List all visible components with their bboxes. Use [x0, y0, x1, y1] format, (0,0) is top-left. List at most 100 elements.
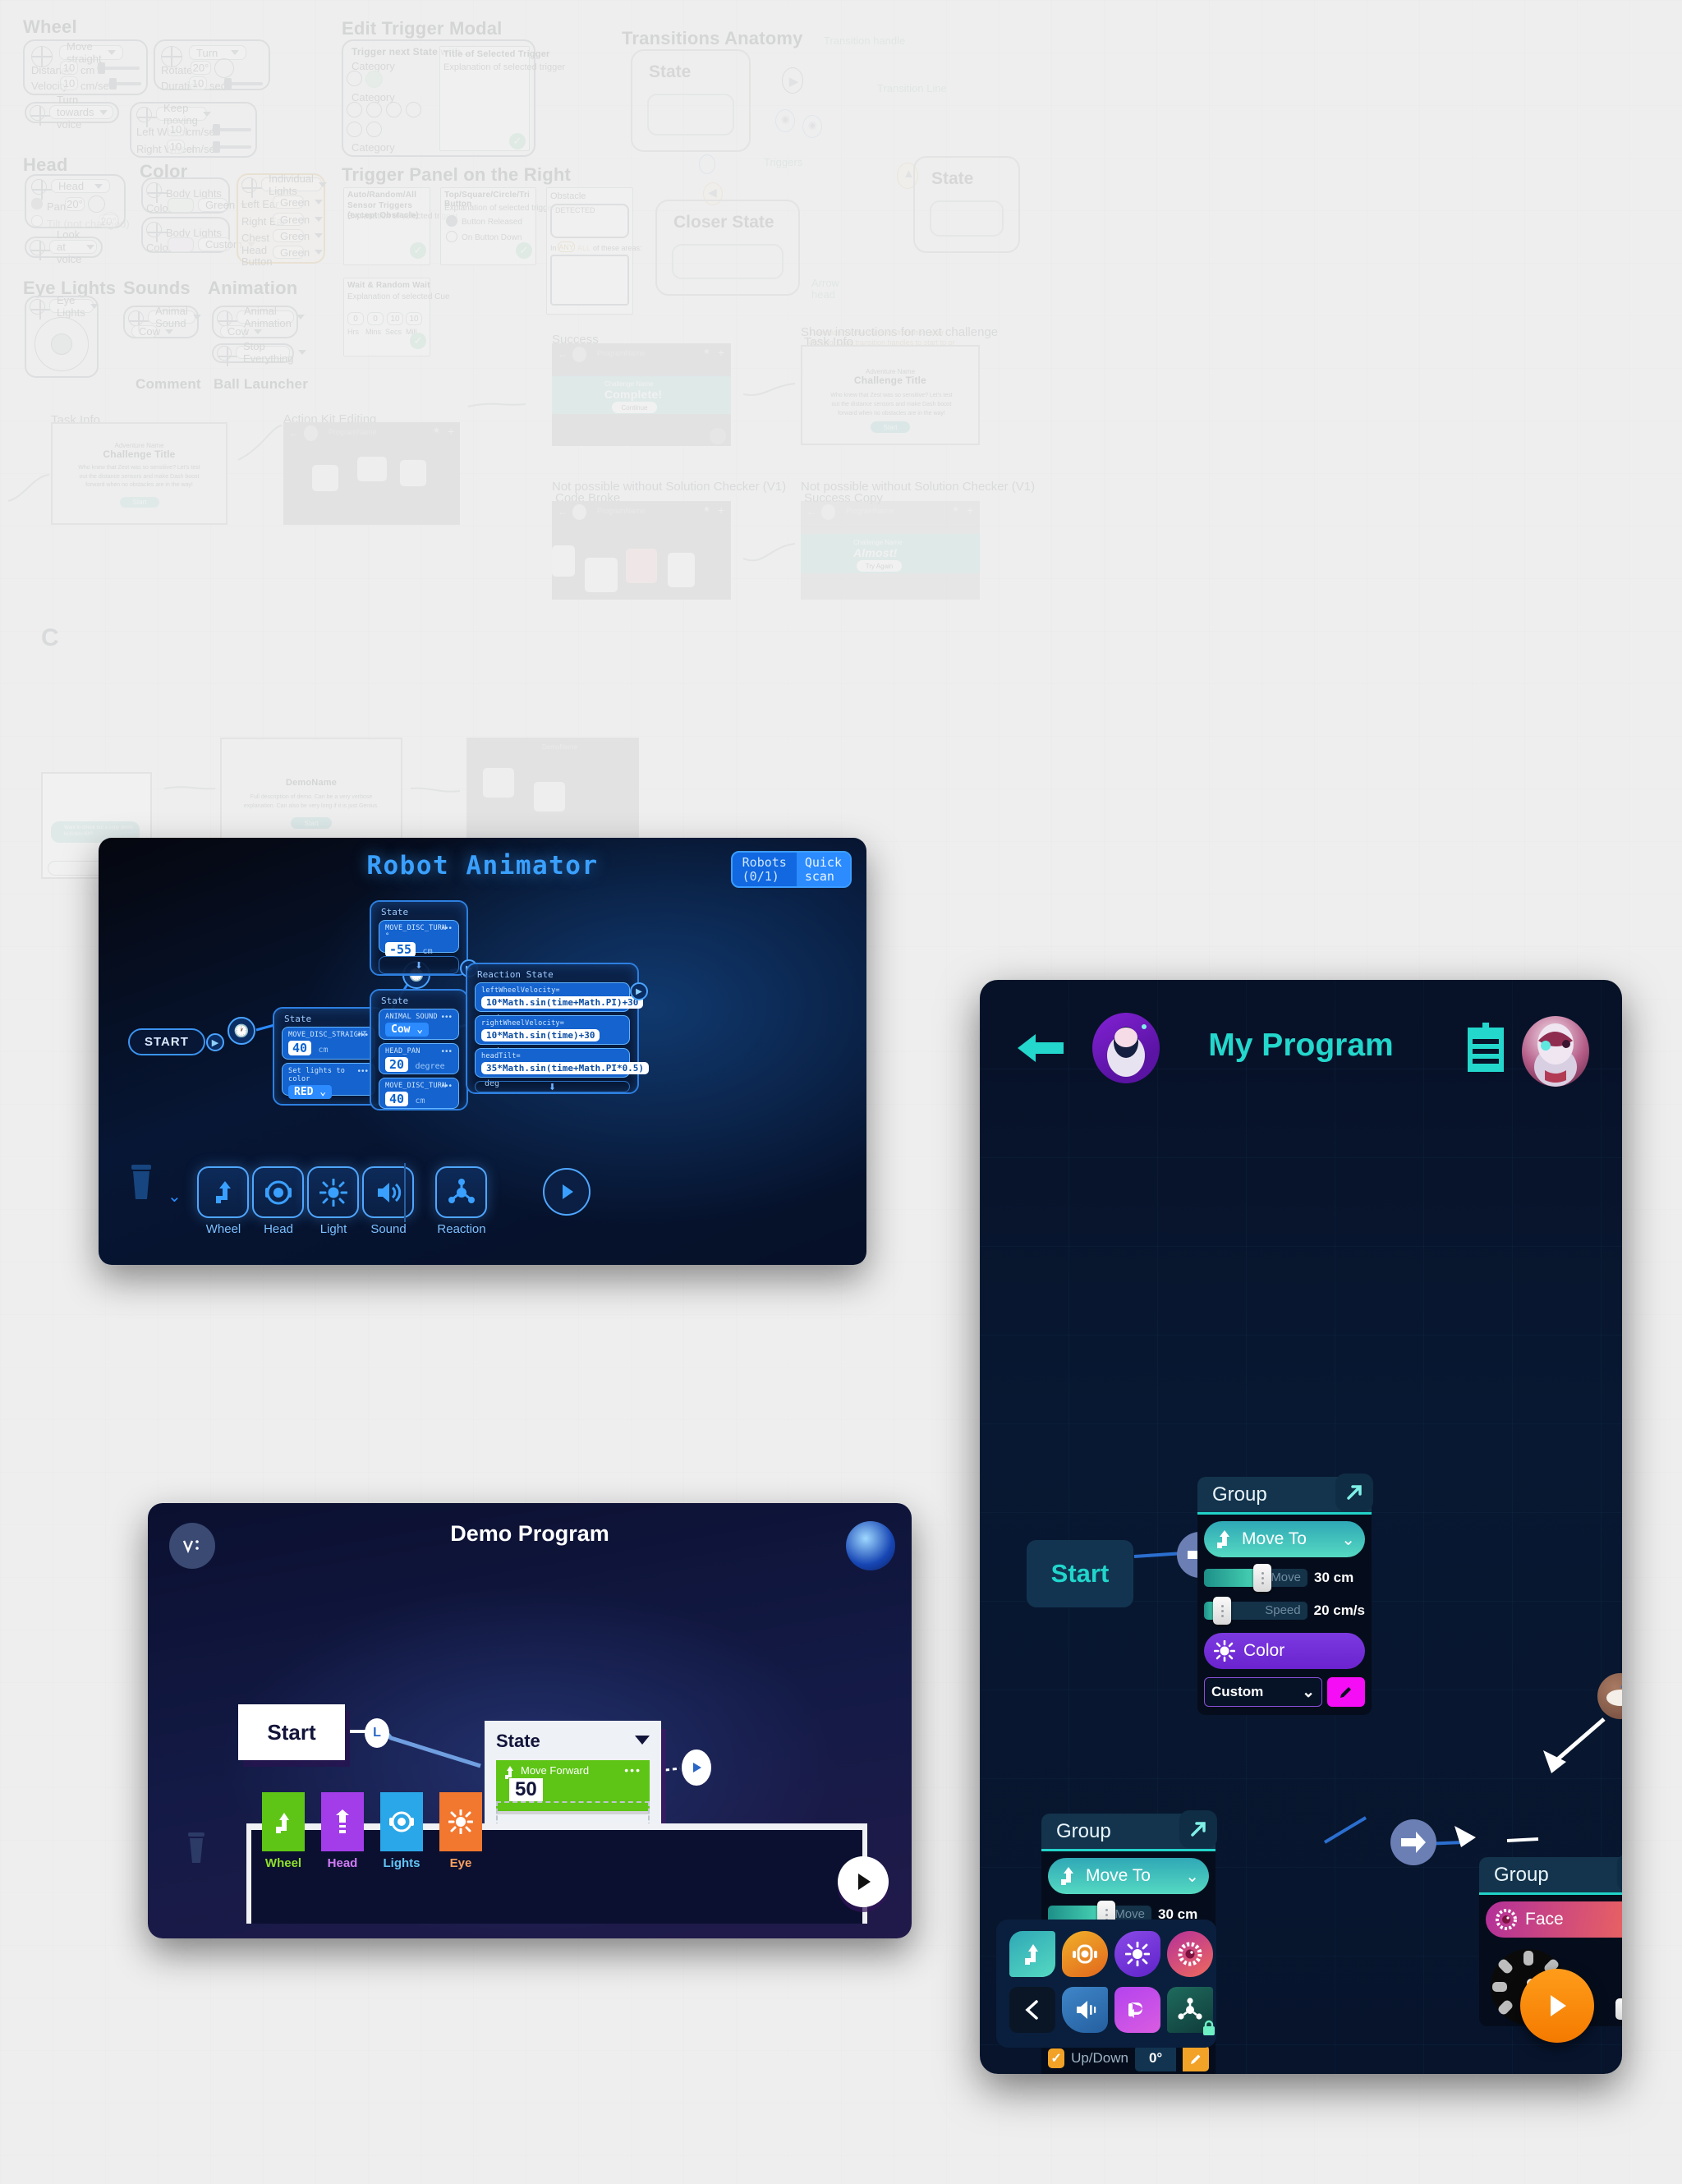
- color-select-row[interactable]: Custom ⌄: [1204, 1677, 1365, 1707]
- avatar-left[interactable]: [169, 1523, 215, 1569]
- dropdown-animal-animation[interactable]: Animal Animation: [237, 305, 305, 329]
- trash-icon[interactable]: [182, 1828, 210, 1866]
- tool-light-icon[interactable]: [307, 1166, 359, 1218]
- stamp-node[interactable]: [1597, 1673, 1622, 1719]
- code-block[interactable]: [483, 768, 514, 798]
- code-block[interactable]: [357, 457, 387, 481]
- animator-reaction-state[interactable]: Reaction State leftWheelVelocity= 10*Mat…: [466, 963, 650, 1094]
- dropdown-chest[interactable]: Green: [273, 229, 324, 242]
- demo-start-node[interactable]: Start: [238, 1704, 345, 1760]
- star-icon[interactable]: ★: [703, 505, 710, 514]
- program-start-node[interactable]: Start: [1027, 1540, 1133, 1607]
- slider-right-wheel-knob[interactable]: [213, 141, 220, 153]
- animator-block[interactable]: ANIMAL SOUND ••• Cow ⌄: [379, 1009, 459, 1040]
- avatar-right[interactable]: [846, 1521, 895, 1570]
- input-pan[interactable]: 20°: [65, 197, 85, 211]
- group-expand-arrow-icon[interactable]: [1179, 1810, 1217, 1848]
- transition-handle[interactable]: [682, 1749, 711, 1786]
- palette-light-icon[interactable]: [1114, 1931, 1160, 1977]
- continue-button[interactable]: Continue: [612, 402, 657, 413]
- group-expand-arrow-icon[interactable]: [1617, 1854, 1622, 1892]
- trigger-option[interactable]: [347, 102, 362, 117]
- slider-velocity-knob[interactable]: [109, 78, 117, 90]
- chevron-down-icon[interactable]: ⌄: [168, 1186, 182, 1207]
- program-group-1[interactable]: Group Move To ⌄ Move 30 cm Speed 20 cm/s…: [1197, 1474, 1373, 1715]
- block-value[interactable]: -55: [385, 942, 416, 957]
- dropdown-look-at-voice[interactable]: Look at voice: [49, 228, 97, 265]
- palette-move-icon[interactable]: [1009, 1931, 1055, 1977]
- input-left-wheel[interactable]: 10: [167, 122, 185, 136]
- slider-knob[interactable]: [1253, 1564, 1272, 1592]
- add-icon[interactable]: +: [967, 503, 973, 517]
- animator-block[interactable]: Set lights to color ••• RED ⌄: [282, 1063, 375, 1099]
- input-velocity[interactable]: 10: [60, 76, 78, 90]
- dropdown-animal-sound[interactable]: Animal Sound: [148, 305, 201, 329]
- action-color[interactable]: Color: [1204, 1633, 1365, 1669]
- checkbox-updown[interactable]: ✓: [1048, 2048, 1065, 2068]
- demo-state-node[interactable]: State Move Forward ••• 50: [485, 1721, 661, 1836]
- transition-handle[interactable]: ▶: [630, 982, 648, 1000]
- input-rotate[interactable]: 20°: [191, 61, 211, 75]
- block-code[interactable]: 10*Math.sin(time)+30: [481, 1029, 600, 1041]
- chevron-down-icon[interactable]: [635, 1736, 650, 1745]
- confirm-check-icon[interactable]: ✓: [410, 242, 426, 259]
- toggle-any[interactable]: ANY: [558, 241, 575, 252]
- code-block[interactable]: [668, 553, 695, 587]
- dropdown-left-ear[interactable]: Green: [273, 195, 324, 209]
- avatar[interactable]: [572, 347, 586, 362]
- confirm-check-icon[interactable]: ✓: [410, 333, 426, 349]
- code-block[interactable]: [552, 545, 575, 577]
- document-icon[interactable]: [1464, 1023, 1507, 1074]
- back-icon[interactable]: ←: [289, 427, 299, 439]
- code-block[interactable]: [400, 460, 426, 486]
- input-distance[interactable]: 10: [60, 61, 78, 75]
- dropdown-custom-color[interactable]: Custom: [198, 237, 255, 251]
- block-value[interactable]: 50: [509, 1778, 543, 1801]
- color-swatch[interactable]: [168, 237, 194, 252]
- demo-tool-wheel-icon[interactable]: [262, 1792, 305, 1851]
- slider-speed[interactable]: Speed 20 cm/s: [1204, 1597, 1365, 1625]
- animator-block[interactable]: MOVE_DISC_TURN ••• 40 cm: [379, 1078, 459, 1109]
- confirm-check-icon[interactable]: ✓: [516, 242, 532, 259]
- demo-play-button[interactable]: [838, 1856, 889, 1907]
- block-menu-icon[interactable]: •••: [441, 1082, 453, 1091]
- tool-reaction-icon[interactable]: [435, 1166, 487, 1218]
- demo-tool-lights-icon[interactable]: [380, 1792, 423, 1851]
- action-face[interactable]: Face: [1486, 1901, 1622, 1938]
- slider-move[interactable]: Move 30 cm: [1204, 1564, 1365, 1592]
- program-play-button[interactable]: [1520, 1969, 1594, 2043]
- group-header[interactable]: Group: [1041, 1810, 1217, 1851]
- demo-tool-head-icon[interactable]: [321, 1792, 364, 1851]
- palette-head-icon[interactable]: [1062, 1931, 1108, 1977]
- block-menu-icon[interactable]: •••: [441, 924, 453, 933]
- checkbox-tilt[interactable]: [31, 215, 43, 227]
- animator-block[interactable]: MOVE_DISC_TURN ° ••• -55 cm: [379, 920, 459, 957]
- state-node-closer[interactable]: Closer State: [655, 200, 800, 296]
- input-duration[interactable]: 10: [189, 76, 207, 90]
- demo-tool-eye-icon[interactable]: [439, 1792, 482, 1851]
- back-icon[interactable]: ←: [558, 348, 568, 360]
- trigger-option[interactable]: [366, 122, 382, 137]
- trigger-option[interactable]: [386, 102, 402, 117]
- animator-state-1[interactable]: State MOVE_DISC_STRAIGHT ••• 40 cm Set l…: [273, 1007, 384, 1106]
- add-block-button[interactable]: ⬇: [475, 1081, 630, 1092]
- add-icon[interactable]: +: [448, 425, 454, 438]
- dropdown-keep-moving[interactable]: Keep moving: [156, 102, 211, 126]
- chevron-down-icon[interactable]: ⌄: [1185, 1866, 1199, 1887]
- slider-distance-knob[interactable]: [98, 62, 105, 74]
- transition-arrow-2[interactable]: [1390, 1819, 1436, 1865]
- tool-head-icon[interactable]: [252, 1166, 304, 1218]
- dropdown-turn-type[interactable]: Turn: [189, 45, 246, 60]
- add-icon[interactable]: +: [718, 346, 724, 359]
- trash-icon[interactable]: [125, 1160, 158, 1202]
- tool-sound-icon[interactable]: [362, 1166, 414, 1218]
- slider-left-wheel-knob[interactable]: [213, 124, 220, 136]
- slider-track[interactable]: Move: [1204, 1564, 1307, 1592]
- animator-block[interactable]: HEAD_PAN ••• 20 degree: [379, 1043, 459, 1074]
- face-brightness-knob[interactable]: [1615, 1998, 1622, 2020]
- dropdown-individual-lights[interactable]: Individual Lights: [261, 172, 327, 197]
- user-avatar[interactable]: [1522, 1016, 1589, 1087]
- animator-block[interactable]: leftWheelVelocity= 10*Math.sin(time+Math…: [475, 982, 644, 1023]
- block-menu-icon[interactable]: •••: [357, 1067, 369, 1076]
- slider-knob[interactable]: [1213, 1597, 1232, 1625]
